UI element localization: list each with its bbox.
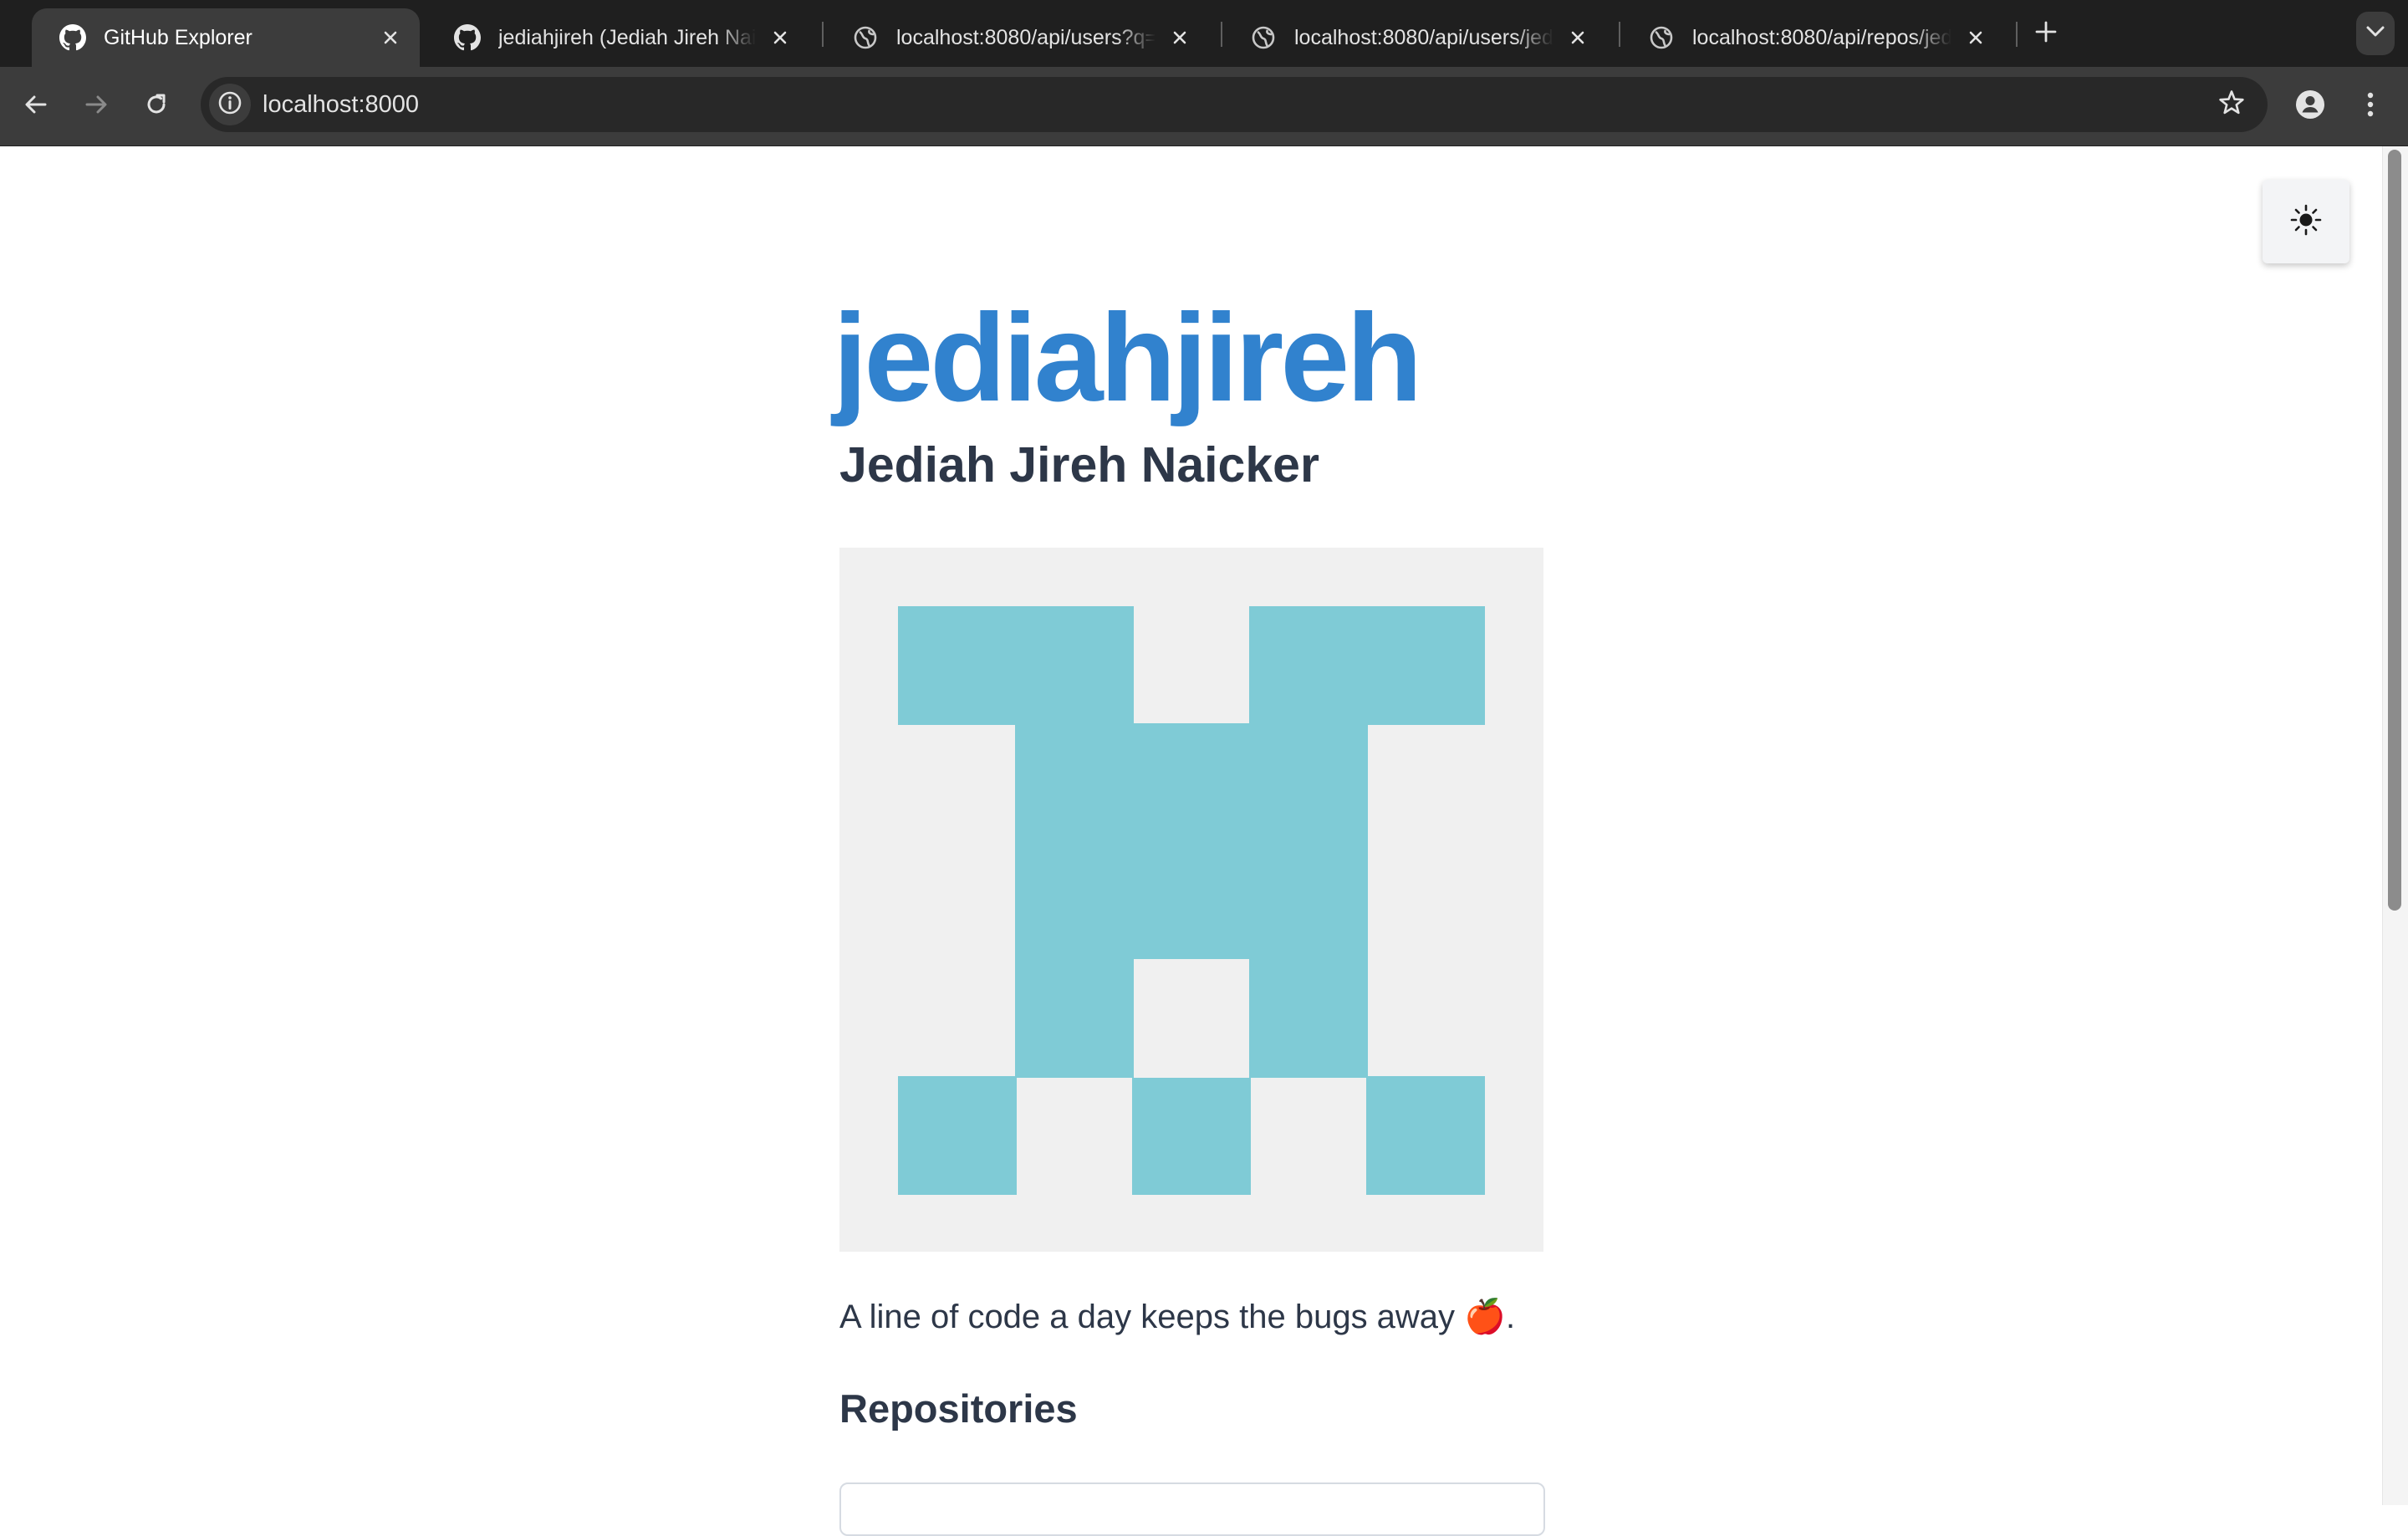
apple-emoji: 🍎 <box>1464 1298 1506 1336</box>
user-bio: A line of code a day keeps the bugs away… <box>839 1297 1515 1337</box>
account-icon <box>2294 89 2326 125</box>
user-avatar <box>839 548 1543 1252</box>
plus-icon <box>2035 21 2057 47</box>
back-button[interactable] <box>15 85 57 127</box>
browser-menu-button[interactable] <box>2349 85 2391 127</box>
arrow-right-icon <box>84 92 109 121</box>
close-icon[interactable] <box>1565 25 1590 50</box>
github-icon <box>453 23 482 52</box>
theme-toggle-button[interactable] <box>2263 180 2349 263</box>
close-icon[interactable] <box>768 25 793 50</box>
tab-separator <box>2016 22 2018 47</box>
globe-icon <box>851 23 880 52</box>
tab-api-repos[interactable]: localhost:8080/api/repos/jediahjireh <box>1620 8 2005 67</box>
tab-title: localhost:8080/api/users/jediahjireh <box>1294 25 1553 49</box>
tab-jediahjireh-profile[interactable]: jediahjireh (Jediah Jireh Naicker) <box>426 8 809 67</box>
bio-text: A line of code a day keeps the bugs away <box>839 1299 1456 1335</box>
repositories-heading: Repositories <box>839 1386 1078 1431</box>
close-icon[interactable] <box>1963 25 1988 50</box>
scrollbar-thumb[interactable] <box>2388 150 2401 911</box>
tab-title: GitHub Explorer <box>104 25 253 49</box>
tab-separator <box>822 22 824 47</box>
more-vertical-icon <box>2366 91 2375 122</box>
full-name-heading: Jediah Jireh Naicker <box>839 437 1319 492</box>
tab-title: localhost:8080/api/repos/jediahjireh <box>1692 25 1951 49</box>
tab-api-users-search[interactable]: localhost:8080/api/users?q=jediahjireh <box>824 8 1209 67</box>
browser-tabstrip: GitHub Explorer jediahjireh (Jediah Jire… <box>0 0 2408 67</box>
globe-icon <box>1647 23 1676 52</box>
bookmark-button[interactable] <box>2214 87 2249 122</box>
arrow-left-icon <box>23 92 48 121</box>
address-text[interactable]: localhost:8000 <box>263 77 419 132</box>
forward-button[interactable] <box>75 85 117 127</box>
sun-icon <box>2289 203 2323 241</box>
tab-search-button[interactable] <box>2356 12 2395 55</box>
info-icon <box>217 90 242 120</box>
github-icon <box>59 23 87 52</box>
page-scrollbar[interactable] <box>2382 146 2408 1505</box>
profile-button[interactable] <box>2289 85 2331 127</box>
close-icon[interactable] <box>1167 25 1192 50</box>
browser-toolbar: localhost:8000 <box>0 67 2408 146</box>
close-icon[interactable] <box>378 25 403 50</box>
globe-icon <box>1249 23 1278 52</box>
reload-button[interactable] <box>135 85 177 127</box>
site-info-button[interactable] <box>209 84 251 125</box>
page-viewport: jediahjireh Jediah Jireh Naicker A line … <box>0 146 2408 1536</box>
repository-card[interactable] <box>839 1482 1545 1536</box>
chevron-down-icon <box>2366 26 2385 42</box>
tab-api-user-detail[interactable]: localhost:8080/api/users/jediahjireh <box>1222 8 1607 67</box>
username-heading: jediahjireh <box>833 288 1422 427</box>
address-bar[interactable]: localhost:8000 <box>201 77 2268 132</box>
tab-title: jediahjireh (Jediah Jireh Naicker) <box>498 25 756 49</box>
new-tab-button[interactable] <box>2029 17 2063 50</box>
tab-title: localhost:8080/api/users?q=jediahjireh <box>896 25 1156 49</box>
tab-github-explorer[interactable]: GitHub Explorer <box>32 8 420 67</box>
star-icon <box>2217 89 2246 121</box>
bio-end: . <box>1506 1299 1516 1335</box>
reload-icon <box>144 92 169 121</box>
